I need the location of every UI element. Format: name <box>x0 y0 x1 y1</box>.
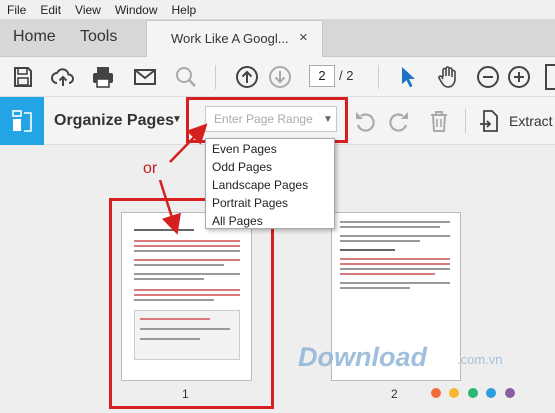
or-annotation: or <box>143 160 158 177</box>
chevron-down-icon[interactable]: ▼ <box>172 114 182 125</box>
thumbnail-text-line <box>340 258 450 260</box>
option-portrait-pages[interactable]: Portrait Pages <box>212 196 288 210</box>
toolbar-divider <box>215 65 216 89</box>
watermark-dot <box>504 388 515 398</box>
tab-row: Home Tools Work Like A Googl... × <box>0 19 555 57</box>
thumbnail-text-line <box>340 235 450 237</box>
watermark-dot <box>449 388 460 398</box>
watermark-domain: .com.vn <box>457 352 503 367</box>
upload-icon[interactable] <box>51 65 75 89</box>
menu-view[interactable]: View <box>68 3 108 17</box>
mail-icon[interactable] <box>133 65 157 89</box>
undo-icon[interactable] <box>352 109 376 133</box>
page-range-highlight <box>186 97 348 143</box>
search-icon[interactable] <box>174 65 198 89</box>
watermark-dot <box>431 388 441 398</box>
close-tab-button[interactable]: × <box>299 29 308 46</box>
tab-tools[interactable]: Tools <box>80 28 117 46</box>
thumbnail-text-line <box>340 240 420 242</box>
tab-home[interactable]: Home <box>13 28 56 46</box>
menu-help[interactable]: Help <box>165 3 204 17</box>
document-tab-title: Work Like A Googl... <box>171 31 289 46</box>
delete-icon[interactable] <box>427 109 451 133</box>
watermark-dot <box>467 388 478 398</box>
option-all-pages[interactable]: All Pages <box>212 214 263 228</box>
tab-document[interactable]: Work Like A Googl... × <box>146 20 323 57</box>
toolbar-divider <box>378 65 379 89</box>
watermark-dots <box>431 385 519 403</box>
menu-file[interactable]: File <box>0 3 33 17</box>
thumbnail-text-line <box>340 282 450 284</box>
toolbar-divider <box>465 109 466 133</box>
menu-window[interactable]: Window <box>108 3 165 17</box>
menu-bar: File Edit View Window Help <box>0 0 555 19</box>
fit-page-icon[interactable] <box>545 64 555 90</box>
thumbnail-highlight <box>109 198 274 409</box>
thumbnail-text-line <box>340 273 435 275</box>
watermark-dot <box>486 388 497 398</box>
organize-pages-title[interactable]: Organize Pages <box>54 112 174 130</box>
page-down-icon[interactable] <box>268 65 292 89</box>
page-up-icon[interactable] <box>235 65 259 89</box>
page-range-dropdown: Even Pages Odd Pages Landscape Pages Por… <box>205 138 335 229</box>
page-thumbnails-icon <box>12 110 32 132</box>
total-pages-label: / 2 <box>339 68 354 83</box>
print-icon[interactable] <box>91 65 115 89</box>
thumbnail-text-line <box>340 287 410 289</box>
cursor-icon[interactable] <box>396 65 420 89</box>
option-landscape-pages[interactable]: Landscape Pages <box>212 178 308 192</box>
thumbnail-text-line <box>340 268 450 270</box>
thumbnail-text-line <box>340 221 450 223</box>
main-toolbar: 2 / 2 <box>0 57 555 97</box>
save-icon[interactable] <box>11 65 35 89</box>
option-even-pages[interactable]: Even Pages <box>212 142 277 156</box>
extract-button[interactable]: Extract <box>509 113 553 129</box>
extract-icon[interactable] <box>478 109 502 133</box>
zoom-out-icon[interactable] <box>476 65 500 89</box>
organize-panel-toggle[interactable] <box>0 97 44 145</box>
redo-icon[interactable] <box>388 109 412 133</box>
page-number-label: 2 <box>391 387 398 401</box>
current-page-field[interactable]: 2 <box>309 65 335 87</box>
thumbnail-text-line <box>340 249 395 251</box>
menu-edit[interactable]: Edit <box>33 3 68 17</box>
thumbnail-text-line <box>340 226 440 228</box>
hand-icon[interactable] <box>436 65 460 89</box>
thumbnail-text-line <box>340 263 450 265</box>
option-odd-pages[interactable]: Odd Pages <box>212 160 272 174</box>
watermark-logo: Download <box>298 342 427 372</box>
zoom-in-icon[interactable] <box>507 65 531 89</box>
